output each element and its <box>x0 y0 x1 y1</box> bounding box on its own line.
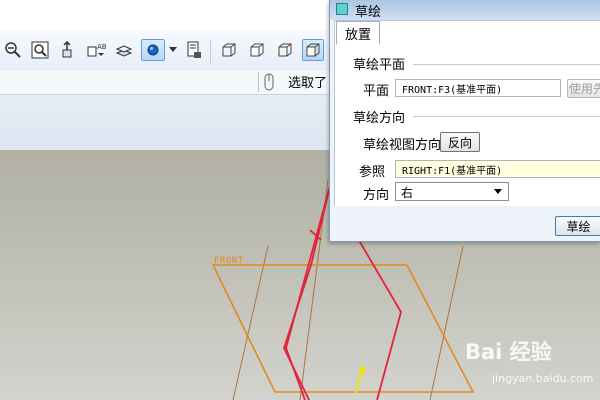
plane-label: 平面 <box>363 84 390 99</box>
direction-arrow-head <box>358 364 366 374</box>
placement-panel: 草绘平面 平面 FRONT:F3(基准平面) 使用先 草绘方向 草绘视图方向 反… <box>334 20 600 207</box>
dialog-title: 草绘 <box>355 5 382 20</box>
sketch-outline[interactable] <box>283 181 332 400</box>
direction-label: 方向 <box>363 188 390 203</box>
datum-edge <box>429 245 464 400</box>
orientation-section-label: 草绘方向 <box>353 111 406 126</box>
view-manager-icon[interactable] <box>183 39 205 61</box>
sketch-app-icon <box>336 3 348 15</box>
layer-icon[interactable] <box>113 39 135 61</box>
front-datum-label: FRONT <box>214 256 244 266</box>
flip-button[interactable]: 反向 <box>440 132 480 152</box>
main-toolbar: AB <box>0 30 332 71</box>
front-datum-plane[interactable] <box>211 264 475 393</box>
ribbon-background <box>0 95 332 150</box>
sketch-dialog: 草绘 草绘平面 平面 FRONT:F3(基准平面) 使用先 草绘方向 草绘视图方… <box>329 0 600 242</box>
sketch-plane-section-label: 草绘平面 <box>353 58 406 73</box>
status-bar: 选取了 <box>0 70 332 95</box>
chevron-down-icon <box>494 189 502 194</box>
zoom-window-icon[interactable] <box>29 39 51 61</box>
annotation-display-icon[interactable]: AB <box>85 39 107 61</box>
sketch-button[interactable]: 草绘 <box>555 216 600 236</box>
direction-select[interactable]: 右 <box>395 182 509 201</box>
baidu-watermark-url: jingyan.baidu.com <box>492 372 594 385</box>
section-divider <box>413 64 600 65</box>
datum-edge <box>232 245 269 400</box>
section-divider <box>413 116 600 117</box>
no-hidden-icon[interactable] <box>218 39 240 61</box>
reorient-icon[interactable] <box>56 39 78 61</box>
reference-label: 参照 <box>359 165 386 180</box>
zoom-out-icon[interactable] <box>2 39 24 61</box>
use-previous-button[interactable]: 使用先 <box>567 79 600 98</box>
toolbar-separator <box>210 39 211 63</box>
shading-icon[interactable] <box>302 39 324 61</box>
direction-select-value: 右 <box>401 186 414 200</box>
dialog-footer: 草绘 <box>330 206 600 241</box>
selection-status-text: 选取了 <box>288 76 328 91</box>
view-direction-label: 草绘视图方向 <box>363 138 442 153</box>
tab-placement-label: 放置 <box>345 27 372 43</box>
baidu-watermark-logo: Bai 经验 <box>465 340 552 364</box>
tab-placement[interactable]: 放置 <box>336 21 381 45</box>
mouse-icon <box>264 73 274 91</box>
spin-center-icon[interactable] <box>141 39 165 61</box>
wireframe-icon[interactable] <box>274 39 296 61</box>
svg-text:AB: AB <box>97 43 106 51</box>
plane-field[interactable]: FRONT:F3(基准平面) <box>395 79 561 97</box>
dropdown-arrow-icon[interactable] <box>167 39 179 61</box>
hidden-line-icon[interactable] <box>246 39 268 61</box>
reference-field[interactable]: RIGHT:F1(基准平面) <box>395 160 600 178</box>
dialog-titlebar[interactable]: 草绘 <box>330 0 600 20</box>
status-divider <box>258 72 259 92</box>
